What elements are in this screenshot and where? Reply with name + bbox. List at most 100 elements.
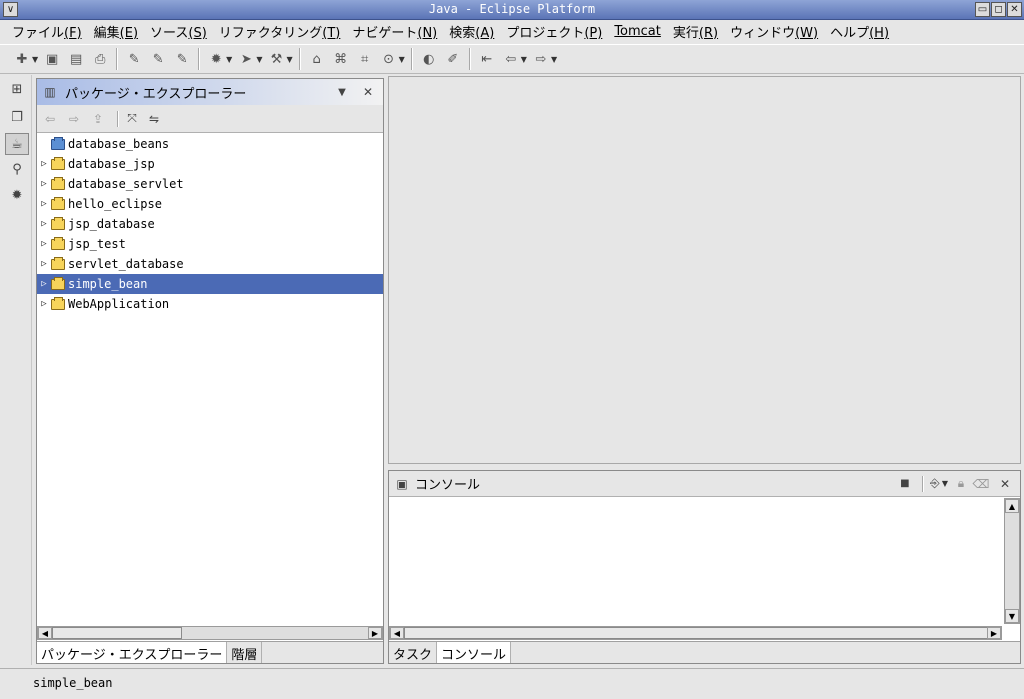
menu-help-label: ヘルプ xyxy=(830,25,870,41)
debug-icon[interactable]: ✹ xyxy=(205,48,227,70)
scroll-right-icon[interactable]: ▶ xyxy=(987,627,1001,639)
menu-help[interactable]: ヘルプ(H) xyxy=(824,22,895,41)
tree-item-jsp-database[interactable]: ▷ jsp_database xyxy=(37,214,383,234)
horizontal-scrollbar[interactable]: ◀ ▶ xyxy=(389,626,1002,640)
menu-refactor[interactable]: リファクタリング(T) xyxy=(213,22,347,41)
expand-arrow-icon[interactable]: ▷ xyxy=(37,159,51,169)
project-name: jsp_database xyxy=(68,217,155,231)
scrollbar-thumb[interactable] xyxy=(404,627,988,639)
run-icon[interactable]: ➤ xyxy=(235,48,257,70)
expand-arrow-icon[interactable]: ▷ xyxy=(37,199,51,209)
link-with-editor-icon[interactable]: ⇋ xyxy=(145,110,163,128)
editor-area[interactable] xyxy=(388,76,1021,464)
tab-tasks[interactable]: タスク xyxy=(389,642,438,663)
open-perspective-icon[interactable]: ◐ xyxy=(418,48,440,70)
scroll-right-icon[interactable]: ▶ xyxy=(368,627,382,639)
save-icon[interactable]: ▣ xyxy=(41,48,63,70)
open-resource-icon[interactable]: ⌗ xyxy=(354,48,376,70)
menu-navigate-label: ナビゲート xyxy=(352,25,418,41)
scrollbar-thumb[interactable] xyxy=(52,627,182,639)
view-menu-icon[interactable]: ▼ xyxy=(333,83,351,101)
forward-icon[interactable]: ⇨ xyxy=(530,48,552,70)
search-icon[interactable]: ⊙ xyxy=(378,48,400,70)
menu-tomcat[interactable]: Tomcat xyxy=(608,24,667,39)
menu-navigate[interactable]: ナビゲート(N) xyxy=(346,22,443,41)
new-wizard-icon[interactable]: ✚ xyxy=(11,48,33,70)
horizontal-scrollbar[interactable]: ◀ ▶ xyxy=(37,626,383,640)
tab-console[interactable]: コンソール xyxy=(437,642,512,663)
menu-edit-label: 編集 xyxy=(93,25,120,41)
tree-item-jsp-test[interactable]: ▷ jsp_test xyxy=(37,234,383,254)
scroll-left-icon[interactable]: ◀ xyxy=(38,627,52,639)
project-folder-icon xyxy=(51,216,65,230)
menu-edit[interactable]: 編集(E) xyxy=(88,22,144,41)
minimize-button[interactable]: ▭ xyxy=(975,2,990,17)
scroll-left-icon[interactable]: ◀ xyxy=(390,627,404,639)
save-all-icon[interactable]: ▤ xyxy=(65,48,87,70)
tree-item-database-beans[interactable]: database_beans xyxy=(37,134,383,154)
tree-item-servlet-database[interactable]: ▷ servlet_database xyxy=(37,254,383,274)
back-icon[interactable]: ⇦ xyxy=(500,48,522,70)
java-perspective-icon[interactable]: ☕ xyxy=(5,133,29,155)
project-name: jsp_test xyxy=(68,237,126,251)
external-tools-icon[interactable]: ⚒ xyxy=(265,48,287,70)
tree-item-database-servlet[interactable]: ▷ database_servlet xyxy=(37,174,383,194)
lock-icon[interactable]: 🔒︎ xyxy=(952,475,970,493)
close-window-button[interactable]: ✕ xyxy=(1007,2,1022,17)
console-output[interactable] xyxy=(389,498,1004,624)
up-icon[interactable]: ⇪ xyxy=(89,110,107,128)
expand-arrow-icon[interactable]: ▷ xyxy=(37,259,51,269)
collapse-all-icon[interactable]: ⤧ xyxy=(123,110,141,128)
close-view-icon[interactable]: ✕ xyxy=(996,475,1014,493)
expand-arrow-icon[interactable]: ▷ xyxy=(37,239,51,249)
project-folder-icon xyxy=(51,156,65,170)
print-icon[interactable]: ⎙ xyxy=(89,48,111,70)
project-name: database_beans xyxy=(68,137,170,151)
tree-item-webapplication[interactable]: ▷ WebApplication xyxy=(37,294,383,314)
resource-perspective-icon[interactable]: ❐ xyxy=(5,107,29,129)
new-class-icon[interactable]: ✎ xyxy=(171,48,193,70)
menu-project[interactable]: プロジェクト(P) xyxy=(500,22,608,41)
project-tree: database_beans ▷ database_jsp ▷ database… xyxy=(37,134,383,624)
project-folder-icon xyxy=(51,296,65,310)
last-edit-icon[interactable]: ⇤ xyxy=(476,48,498,70)
pin-icon[interactable]: ✐ xyxy=(442,48,464,70)
expand-arrow-icon[interactable]: ▷ xyxy=(37,279,51,289)
menu-source[interactable]: ソース(S) xyxy=(144,22,213,41)
tree-item-simple-bean[interactable]: ▷ simple_bean xyxy=(37,274,383,294)
maximize-button[interactable]: ◻ xyxy=(991,2,1006,17)
menu-run-mnemonic: (R) xyxy=(698,25,719,41)
terminate-icon[interactable]: ■ xyxy=(896,475,914,493)
menu-refactor-label: リファクタリング xyxy=(218,25,323,41)
open-perspective-icon[interactable]: ⊞ xyxy=(5,79,29,101)
menu-run[interactable]: 実行(R) xyxy=(667,22,724,41)
open-type-hierarchy-icon[interactable]: ⌘ xyxy=(330,48,352,70)
java-browsing-perspective-icon[interactable]: ⚲ xyxy=(5,159,29,181)
console-dropdown-icon[interactable]: ▼ xyxy=(942,479,948,488)
new-java-project-icon[interactable]: ✎ xyxy=(123,48,145,70)
vertical-scrollbar[interactable]: ▲ ▼ xyxy=(1004,498,1020,624)
menu-file[interactable]: ファイル(F) xyxy=(6,22,88,41)
tree-item-database-jsp[interactable]: ▷ database_jsp xyxy=(37,154,383,174)
package-explorer-toolbar: ⇦ ⇨ ⇪ ⤧ ⇋ xyxy=(37,105,383,133)
project-folder-icon xyxy=(51,196,65,210)
tab-hierarchy[interactable]: 階層 xyxy=(227,642,263,663)
tree-item-hello-eclipse[interactable]: ▷ hello_eclipse xyxy=(37,194,383,214)
expand-arrow-icon[interactable]: ▷ xyxy=(37,179,51,189)
close-view-icon[interactable]: ✕ xyxy=(359,83,377,101)
expand-arrow-icon[interactable]: ▷ xyxy=(37,219,51,229)
forward-icon[interactable]: ⇨ xyxy=(65,110,83,128)
tab-package-explorer[interactable]: パッケージ・エクスプローラー xyxy=(37,642,228,663)
menu-search[interactable]: 検索(A) xyxy=(443,22,500,41)
scroll-down-icon[interactable]: ▼ xyxy=(1005,609,1019,623)
expand-arrow-icon[interactable]: ▷ xyxy=(37,299,51,309)
scroll-up-icon[interactable]: ▲ xyxy=(1005,499,1019,513)
new-package-icon[interactable]: ✎ xyxy=(147,48,169,70)
open-type-icon[interactable]: ⌂ xyxy=(306,48,328,70)
package-explorer-header: ▥ パッケージ・エクスプローラー ▼ ✕ xyxy=(37,79,383,105)
debug-perspective-icon[interactable]: ✹ xyxy=(5,185,29,207)
clear-console-icon[interactable]: ⌫ xyxy=(972,475,990,493)
toolbar-separator xyxy=(117,110,119,127)
menu-window[interactable]: ウィンドウ(W) xyxy=(724,22,824,41)
back-icon[interactable]: ⇦ xyxy=(41,110,59,128)
